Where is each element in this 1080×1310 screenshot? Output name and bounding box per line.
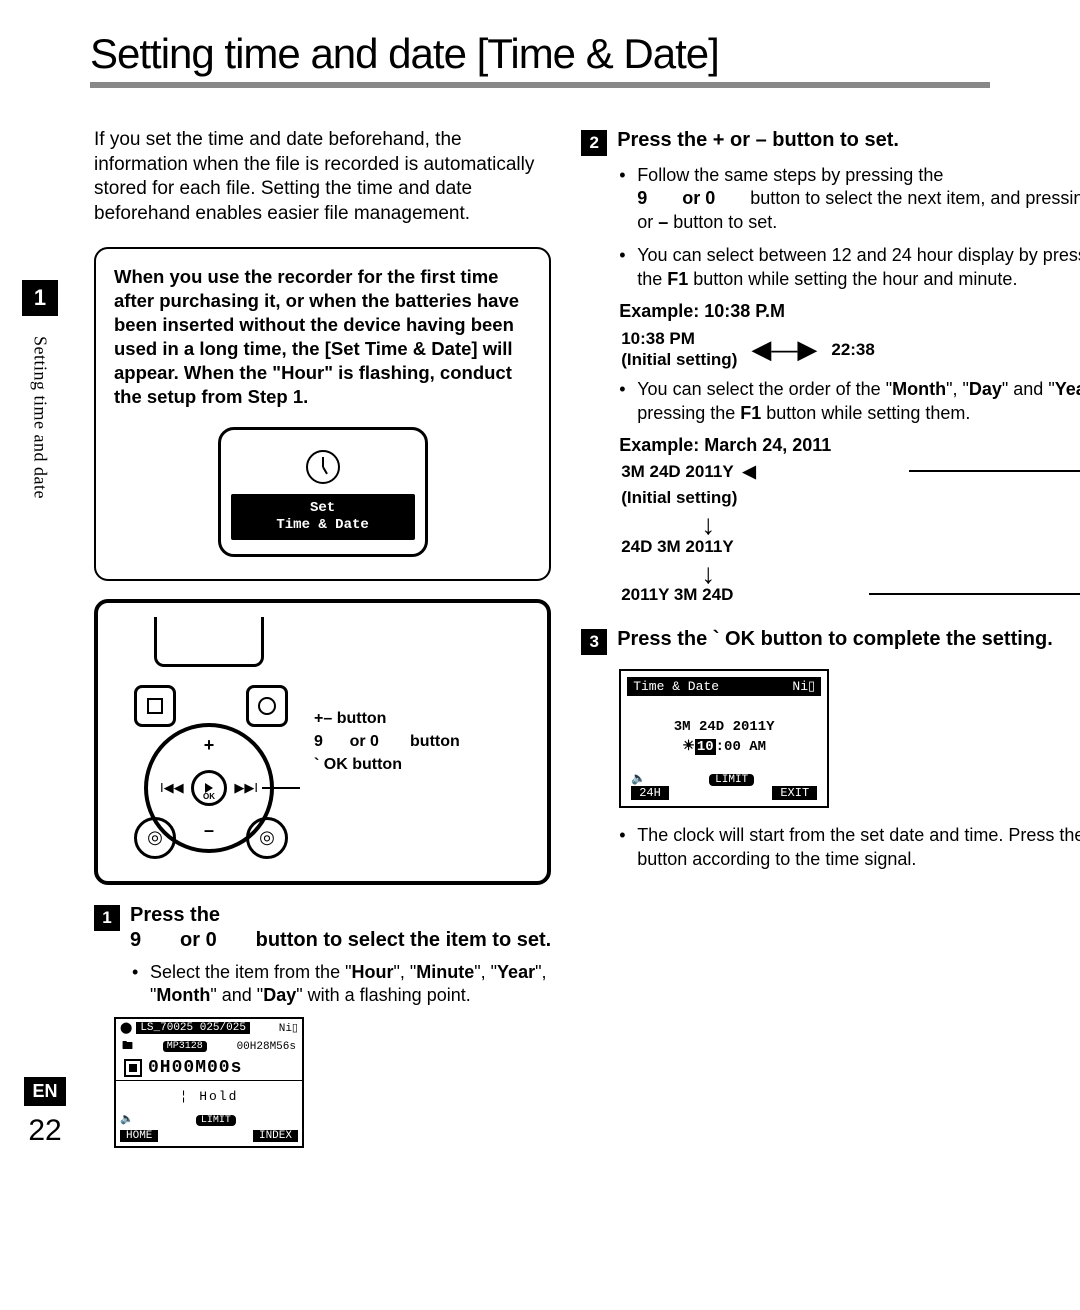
mic-icon: ⬤ [120, 1021, 132, 1035]
lcd-set-time-date: Set Time & Date [218, 427, 428, 557]
first-time-notice: When you use the recorder for the first … [94, 247, 551, 581]
hold-text: Hold [199, 1089, 238, 1104]
s3tcode: ` OK [713, 628, 755, 650]
lcd2-title: Time & Date [633, 679, 719, 694]
speaker-icon: 🔈 [120, 1112, 134, 1126]
page-number: 22 [0, 1114, 90, 1148]
limit-indicator-2: LIMIT [709, 774, 754, 786]
s3b-b: button according to the time signal. [637, 849, 916, 869]
stop-state-icon [124, 1059, 142, 1077]
battery-icon: Ni▯ [279, 1021, 298, 1035]
ex-time-left1: 10:38 PM [621, 328, 737, 349]
step1-title-b: button to select the item to set. [217, 929, 551, 951]
ex-time-right: 22:38 [831, 339, 874, 360]
arrow-down-1-icon: ↓ [701, 514, 1080, 536]
s3b-a: The clock will start from the set date a… [637, 825, 1080, 845]
s2b2f1: F1 [667, 269, 688, 289]
example-time-heading: Example: 10:38 P.M [619, 301, 1080, 322]
s2b1b: button to select the next item, and pres… [715, 188, 1080, 208]
example-time-row: 10:38 PM (Initial setting) ◀—▶ 22:38 [621, 328, 1080, 371]
lcd-recorder-status: ⬤ LS_70025 025/025 Ni▯ 🖿 MP3128 00H28M56s… [114, 1017, 304, 1148]
step-3-number: 3 [581, 629, 607, 655]
s2b1a: Follow the same steps by pressing the [637, 165, 943, 185]
record-button-icon [246, 685, 288, 727]
screen-outline-icon [154, 617, 264, 667]
leader-line-icon [262, 787, 300, 789]
s2b1code: 9 or 0 [637, 188, 715, 208]
s3tpre: Press the [617, 628, 713, 650]
step1-bullet: Select the item from the "Hour", "Minute… [132, 961, 551, 1008]
round-button-a-icon: ◎ [134, 817, 176, 859]
softkey-exit: EXIT [772, 786, 817, 800]
round-button-b-icon: ◎ [246, 817, 288, 859]
date-fmt-2: 24D 3M 2011Y [621, 537, 1080, 557]
page-footer: EN 22 [0, 1077, 90, 1148]
chapter-label: Setting time and date [30, 336, 51, 499]
lcd2-hour: 10 [695, 739, 716, 755]
step-2-heading: 2 Press the + or – button to set. [581, 128, 1080, 156]
label-plus-minus: +– button [314, 707, 460, 730]
s2b1m: or [637, 212, 658, 232]
prev-icon: I◀◀ [160, 780, 184, 796]
lcd-line2: Time & Date [231, 517, 415, 534]
s2b1c: button to set. [668, 212, 777, 232]
label-prev-next: 9 or 0 button [314, 730, 460, 753]
label-ok: ` OK button [314, 753, 460, 776]
minus-icon: – [204, 820, 214, 841]
step1-title-a: Press the [130, 904, 220, 926]
limit-indicator: LIMIT [196, 1115, 236, 1126]
notice-text: When you use the recorder for the first … [114, 266, 519, 407]
step2-bullet-1: Follow the same steps by pressing the 9 … [619, 164, 1080, 234]
s3tpost: button to complete the setting. [755, 628, 1053, 650]
language-badge: EN [24, 1077, 65, 1106]
chapter-tab: 1 Setting time and date [0, 270, 80, 1200]
device-illustration: + – I◀◀ ▶▶I OK ◎ ◎ +– button 9 or 0 butt… [94, 599, 551, 885]
softkey-home: HOME [120, 1130, 158, 1142]
step-1-heading: 1 Press the 9 or 0 button to select the … [94, 903, 551, 953]
format-tag: MP3128 [163, 1041, 207, 1052]
filename: LS_70025 025/025 [136, 1022, 250, 1034]
double-arrow-icon: ◀—▶ [751, 334, 817, 365]
example-date-heading: Example: March 24, 2011 [619, 435, 1080, 456]
battery-icon-2: Ni▯ [792, 679, 815, 694]
s2b2b: button while setting the hour and minute… [688, 269, 1017, 289]
ok-center-icon: OK [191, 770, 227, 806]
folder-icon: 🖿 [122, 1037, 133, 1056]
timecode: 0H00M00s [148, 1058, 242, 1078]
date-fmt-1-sub: (Initial setting) [621, 488, 1080, 508]
step-2-title: Press the + or – button to set. [617, 128, 899, 153]
plus-icon: + [204, 735, 215, 756]
step2-bullet-2: You can select between 12 and 24 hour di… [619, 244, 1080, 291]
page-title: Setting time and date [Time & Date] [90, 30, 990, 88]
step3-bullet: The clock will start from the set date a… [619, 824, 1080, 871]
step-2-number: 2 [581, 130, 607, 156]
lcd-line1: Set [231, 500, 415, 517]
chapter-number: 1 [22, 280, 58, 316]
step-1-number: 1 [94, 905, 120, 931]
softkey-index: INDEX [253, 1130, 298, 1142]
clock-icon [306, 450, 340, 484]
lcd2-rest: :00 AM [716, 739, 766, 755]
lcd2-date: 3M 24D 2011Y [627, 718, 821, 738]
intro-text: If you set the time and date beforehand,… [94, 128, 551, 227]
date-fmt-1: 3M 24D 2011Y [621, 462, 733, 481]
duration-remain: 00H28M56s [237, 1041, 296, 1053]
step-3-heading: 3 Press the ` OK button to complete the … [581, 627, 1080, 655]
lcd-time-date-set: Time & Date Ni▯ 3M 24D 2011Y ☀10:00 AM 🔈… [619, 669, 829, 808]
date-format-chain: 3M 24D 2011Y ◀ (Initial setting) ↓ 24D 3… [621, 462, 1080, 605]
s2b1n: – [658, 212, 668, 232]
stop-button-icon [134, 685, 176, 727]
softkey-24h: 24H [631, 786, 669, 800]
ex-time-left2: (Initial setting) [621, 349, 737, 370]
step1-title-code: 9 or 0 [130, 929, 217, 951]
hold-label: ¦ Hold [116, 1080, 302, 1112]
arrow-down-2-icon: ↓ [701, 563, 1080, 585]
next-icon: ▶▶I [234, 780, 258, 796]
speaker-icon-2: 🔈 [631, 771, 646, 786]
step2-bullet-3: You can select the order of the "Month",… [619, 378, 1080, 425]
date-fmt-3: 2011Y 3M 24D [621, 585, 733, 604]
